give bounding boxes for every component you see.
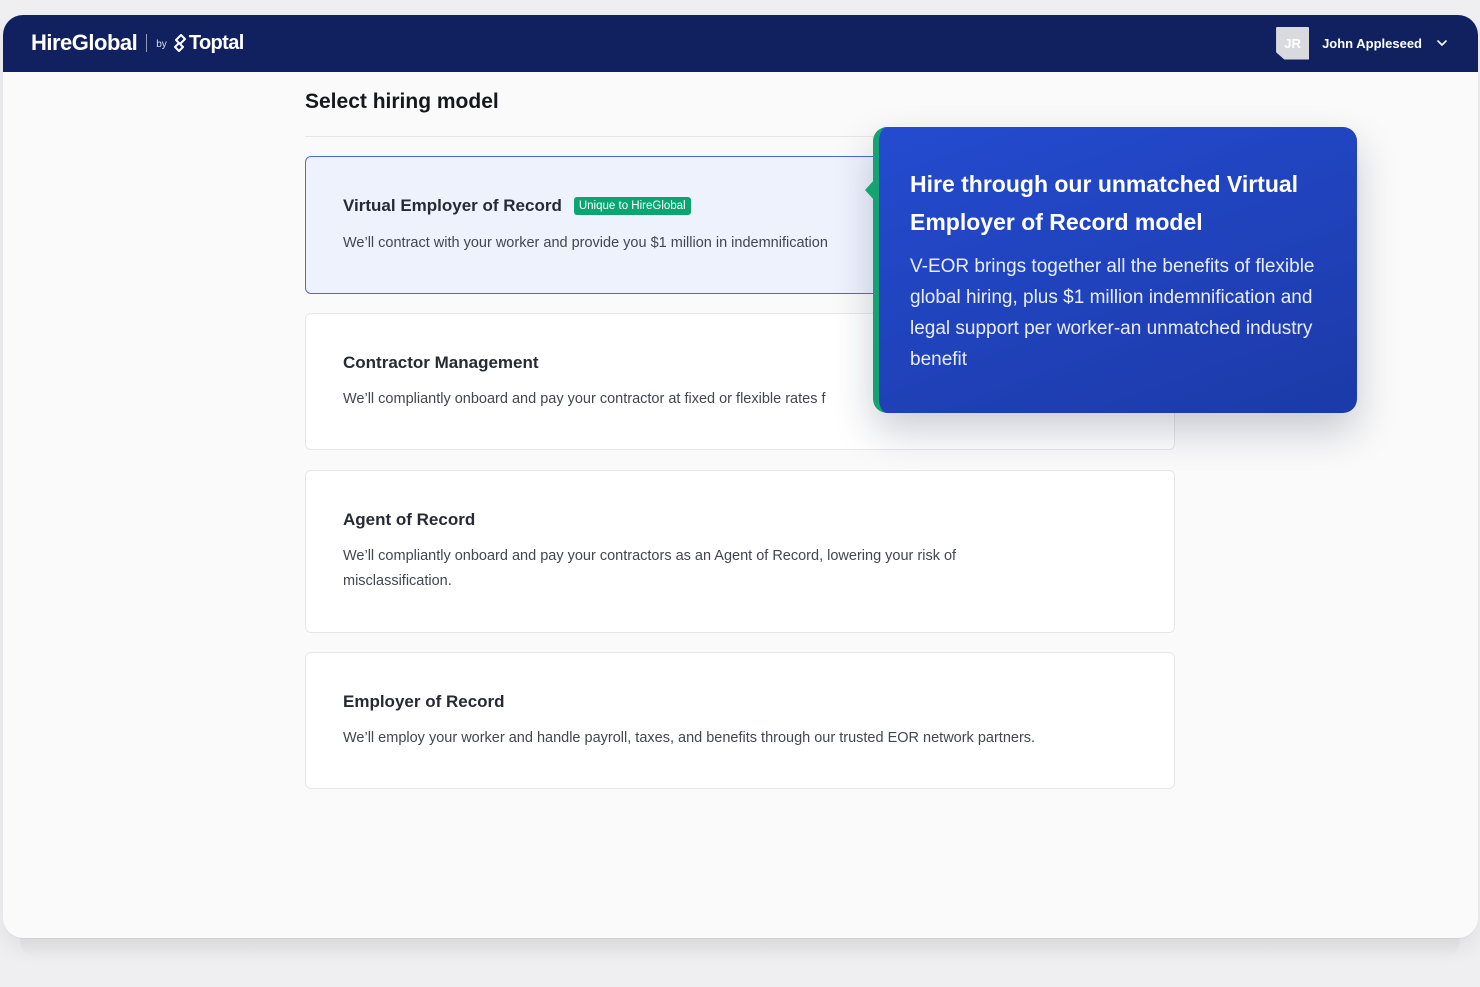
option-title-text: Virtual Employer of Record (343, 196, 562, 215)
avatar: JR (1276, 26, 1310, 60)
top-nav-bar: HireGlobal by Toptal JR John Appleseed (3, 15, 1478, 72)
option-description: We’ll compliantly onboard and pay your c… (343, 391, 826, 407)
tooltip-title: Hire through our unmatched Virtual Emplo… (910, 171, 1299, 235)
window-shadow (20, 938, 1460, 960)
logo-hireglobal-text: HireGlobal (31, 30, 138, 55)
option-description: We’ll compliantly onboard and pay your c… (343, 548, 957, 589)
logo-toptal-text: Toptal (188, 31, 245, 54)
logo-by-text: by (156, 39, 167, 50)
option-title: Contractor Management (343, 353, 539, 372)
tooltip-arrow (865, 179, 875, 201)
user-name: John Appleseed (1322, 35, 1422, 51)
info-tooltip: Hire through our unmatched Virtual Emplo… (865, 127, 1357, 413)
logo-divider (146, 34, 148, 52)
hireglobal-logo[interactable]: HireGlobal by Toptal (31, 29, 244, 57)
user-menu[interactable]: JR John Appleseed (1276, 26, 1448, 60)
unique-badge: Unique to HireGlobal (573, 197, 691, 215)
chevron-down-icon[interactable] (1436, 37, 1448, 49)
option-title: Agent of Record (343, 510, 476, 529)
option-description: We’ll employ your worker and handle payr… (343, 730, 1036, 746)
option-title: Employer of Record (343, 692, 505, 711)
app-window: HireGlobal by Toptal JR John Appleseed S… (3, 15, 1478, 938)
tooltip-body: V-EOR brings together all the benefits o… (910, 256, 1315, 370)
option-card-employer-of-record[interactable]: Employer of Record We’ll employ your wor… (305, 652, 1175, 789)
option-description: We’ll contract with your worker and prov… (343, 235, 828, 251)
page-title: Select hiring model (305, 90, 499, 113)
option-title: Virtual Employer of Record Unique to Hir… (343, 196, 691, 216)
option-card-agent-of-record[interactable]: Agent of Record We’ll compliantly onboar… (305, 470, 1175, 633)
toptal-mark-icon (173, 34, 186, 52)
